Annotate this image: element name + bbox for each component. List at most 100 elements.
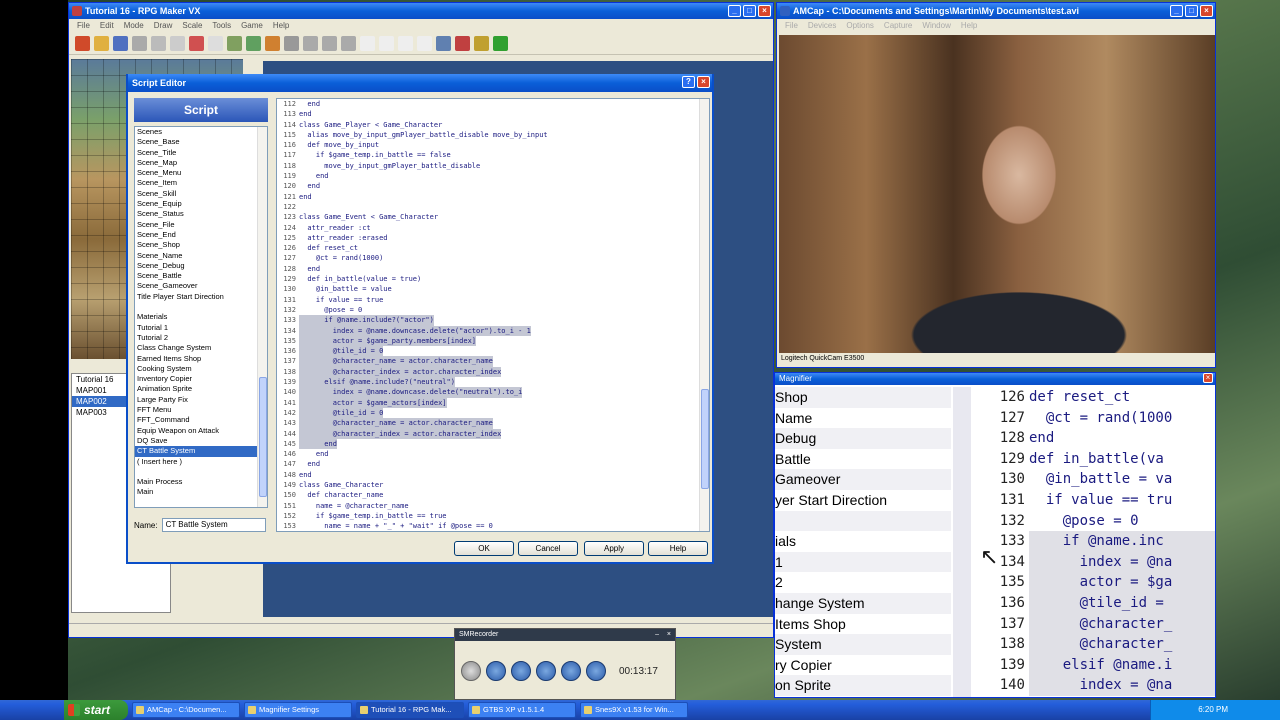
help-icon[interactable] [586, 661, 606, 681]
apply-button[interactable]: Apply [584, 541, 644, 556]
code-line[interactable]: 151 name = @character_name [277, 501, 709, 511]
zoom-1-4-icon[interactable] [398, 36, 413, 51]
script-list-item[interactable]: Scene_Title [135, 148, 267, 158]
code-line[interactable]: 144 @character_index = actor.character_i… [277, 428, 709, 439]
script-list-item[interactable] [135, 302, 267, 312]
pencil-icon[interactable] [284, 36, 299, 51]
code-line[interactable]: 132 @pose = 0 [277, 305, 709, 315]
cut-icon[interactable] [132, 36, 147, 51]
code-line[interactable]: 146 end [277, 449, 709, 459]
code-line[interactable]: 145 end [277, 438, 709, 450]
code-line[interactable]: 147 end [277, 459, 709, 469]
material-manager-icon[interactable] [455, 36, 470, 51]
ok-button[interactable]: OK [454, 541, 514, 556]
menu-draw[interactable]: Draw [154, 19, 173, 33]
code-line[interactable]: 125 attr_reader :erased [277, 233, 709, 243]
database-icon[interactable] [436, 36, 451, 51]
menu-file[interactable]: File [785, 19, 798, 33]
code-line[interactable]: 143 @character_name = actor.character_na… [277, 418, 709, 429]
script-list-item[interactable]: Earned Items Shop [135, 354, 267, 364]
code-line[interactable]: 127 @ct = rand(1000) [277, 253, 709, 263]
pause-icon[interactable] [486, 661, 506, 681]
script-editor-titlebar[interactable]: Script Editor ? × [128, 74, 712, 92]
script-list-item[interactable]: Scene_Base [135, 137, 267, 147]
taskbar-item-gtbs[interactable]: GTBS XP v1.5.1.4 [468, 702, 576, 718]
stop-icon[interactable] [511, 661, 531, 681]
script-list-item[interactable]: Scene_Gameover [135, 281, 267, 291]
script-list-item[interactable]: Scene_Map [135, 158, 267, 168]
help-button[interactable]: Help [648, 541, 708, 556]
code-line[interactable]: 112 end [277, 99, 709, 109]
code-line[interactable]: 135 actor = $game_party.members[index] [277, 335, 709, 347]
menu-options[interactable]: Options [846, 19, 874, 33]
script-list-item[interactable]: Animation Sprite [135, 384, 267, 394]
menu-tools[interactable]: Tools [212, 19, 231, 33]
taskbar-item-snes9x[interactable]: Snes9X v1.53 for Win... [580, 702, 688, 718]
clock[interactable]: 6:20 PM [1198, 705, 1228, 714]
code-line[interactable]: 129 def in_battle(value = true) [277, 274, 709, 284]
script-list-item[interactable]: ( Insert here ) [135, 457, 267, 467]
code-line[interactable]: 141 actor = $game_actors[index] [277, 397, 709, 408]
name-field[interactable]: CT Battle System [161, 518, 266, 532]
script-editor-icon[interactable] [265, 36, 280, 51]
code-line[interactable]: 117 if $game_temp.in_battle == false [277, 150, 709, 160]
copy-icon[interactable] [151, 36, 166, 51]
code-line[interactable]: 149 class Game_Character [277, 480, 709, 490]
script-list-item[interactable]: Scenes [135, 127, 267, 137]
minimize-button[interactable]: _ [1170, 5, 1183, 17]
code-editor[interactable]: 112 end 113 end 114 class Game_Player < Game… [276, 98, 710, 532]
script-list-item[interactable]: Equip Weapon on Attack [135, 426, 267, 436]
code-line[interactable]: 152 if $game_temp.in_battle == true [277, 511, 709, 521]
minimize-icon[interactable]: – [655, 629, 659, 641]
code-line[interactable]: 126 def reset_ct [277, 243, 709, 253]
code-line[interactable]: 148 end [277, 470, 709, 480]
zoom-1-8-icon[interactable] [417, 36, 432, 51]
script-list-item[interactable]: Scene_Menu [135, 168, 267, 178]
taskbar-item-magnifier[interactable]: Magnifier Settings [244, 702, 352, 718]
script-list-item[interactable]: FFT_Command [135, 415, 267, 425]
script-list-item[interactable]: Main Process [135, 477, 267, 487]
playtest-icon[interactable] [493, 36, 508, 51]
script-list-item[interactable]: FFT Menu [135, 405, 267, 415]
script-list-item[interactable]: Class Change System [135, 343, 267, 353]
script-list-item[interactable]: Title Player Start Direction [135, 292, 267, 302]
close-button[interactable]: × [758, 5, 771, 17]
menu-file[interactable]: File [77, 19, 90, 33]
maximize-button[interactable]: □ [743, 5, 756, 17]
script-list-item[interactable]: Scene_Item [135, 178, 267, 188]
code-line[interactable]: 119 end [277, 171, 709, 181]
menu-window[interactable]: Window [922, 19, 950, 33]
fill-icon[interactable] [341, 36, 356, 51]
zoom-1-2-icon[interactable] [379, 36, 394, 51]
script-list-item[interactable]: Large Party Fix [135, 395, 267, 405]
code-scrollbar[interactable] [699, 99, 709, 531]
recorder-titlebar[interactable]: SMRecorder – × [455, 629, 675, 641]
sound-test-icon[interactable] [474, 36, 489, 51]
code-line[interactable]: 120 end [277, 181, 709, 191]
script-list-item[interactable]: Scene_Equip [135, 199, 267, 209]
taskbar-item-amcap[interactable]: AMCap - C:\Documen... [132, 702, 240, 718]
code-line[interactable]: 133 if @name.include?("actor") [277, 315, 709, 326]
script-list-item[interactable]: Inventory Copier [135, 374, 267, 384]
maximize-button[interactable]: □ [1185, 5, 1198, 17]
ellipse-icon[interactable] [322, 36, 337, 51]
code-line[interactable]: 131 if value == true [277, 295, 709, 305]
menu-help[interactable]: Help [273, 19, 289, 33]
script-list-item[interactable] [135, 467, 267, 477]
script-list-item[interactable]: Scene_Name [135, 251, 267, 261]
script-list-item[interactable]: Scene_Debug [135, 261, 267, 271]
code-line[interactable]: 142 @tile_id = 0 [277, 407, 709, 419]
code-line[interactable]: 116 def move_by_input [277, 140, 709, 150]
script-list-item[interactable]: Cooking System [135, 364, 267, 374]
code-line[interactable]: 134 index = @name.downcase.delete("actor… [277, 325, 709, 336]
code-line[interactable]: 153 name = name + "_" + "wait" if @pose … [277, 521, 709, 531]
menu-edit[interactable]: Edit [100, 19, 114, 33]
code-line[interactable]: 138 @character_index = actor.character_i… [277, 366, 709, 378]
help-icon[interactable]: ? [682, 76, 695, 88]
rpgmaker-titlebar[interactable]: Tutorial 16 - RPG Maker VX _ □ × [69, 3, 773, 19]
code-line[interactable]: 136 @tile_id = 0 [277, 346, 709, 357]
code-line[interactable]: 122 [277, 202, 709, 212]
paste-icon[interactable] [170, 36, 185, 51]
script-list-item[interactable]: Materials [135, 312, 267, 322]
script-list[interactable]: Scenes Scene_Base Scene_Title Scene_Map Scen… [134, 126, 268, 508]
